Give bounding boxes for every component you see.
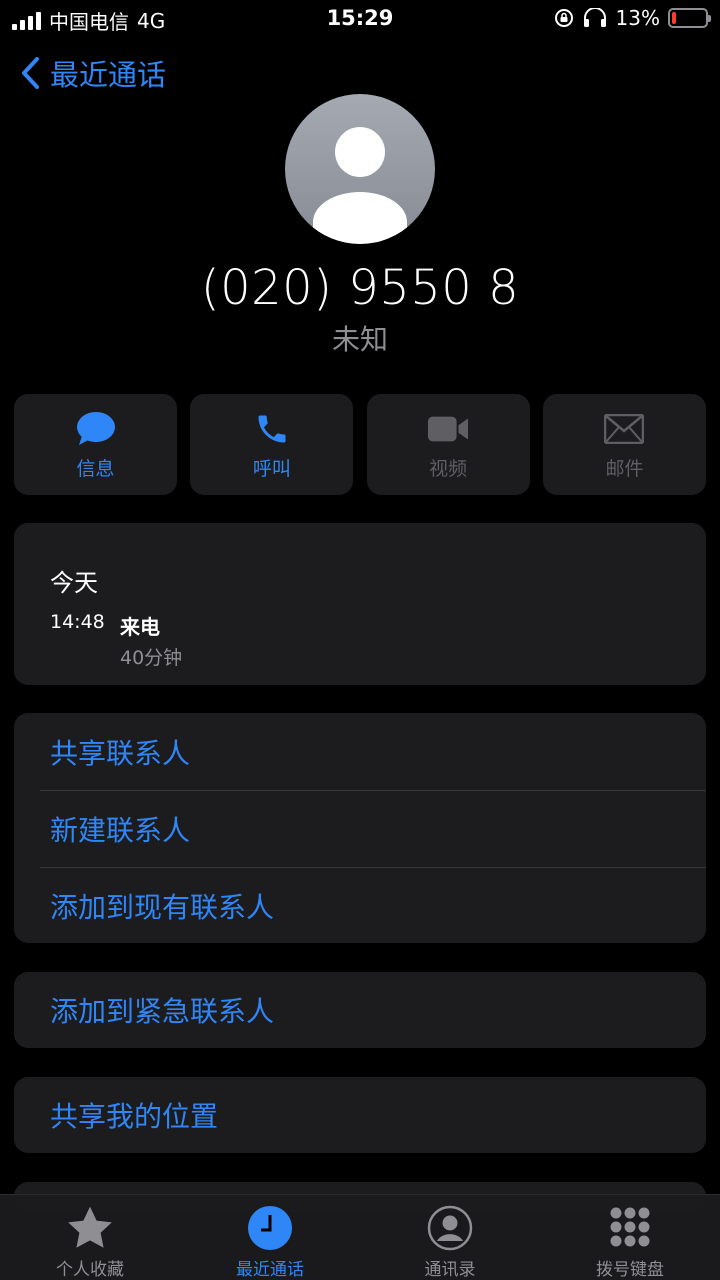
tab-keypad-label: 拨号键盘	[596, 1260, 664, 1280]
back-button[interactable]: 最近通话	[20, 52, 166, 94]
tab-recents-label: 最近通话	[236, 1260, 304, 1280]
mail-label: 邮件	[605, 458, 644, 480]
history-day: 今天	[50, 569, 98, 597]
tab-favorites-label: 个人收藏	[56, 1260, 124, 1280]
video-icon	[427, 408, 469, 450]
headphones-icon	[583, 8, 606, 27]
new-contact-button[interactable]: 新建联系人	[14, 790, 706, 867]
history-type: 来电	[120, 615, 160, 639]
message-button[interactable]: 信息	[14, 394, 177, 495]
battery-icon	[668, 8, 711, 28]
star-icon	[65, 1203, 115, 1253]
status-bar: 中国电信 4G 15:29 13%	[0, 0, 720, 38]
phone-icon	[251, 408, 293, 450]
emergency-contact-card: 添加到紧急联系人	[14, 972, 706, 1048]
chevron-left-icon	[22, 57, 39, 89]
message-icon	[75, 408, 117, 450]
mail-button[interactable]: 邮件	[542, 394, 706, 495]
phone-number: (020) 9550 8	[200, 260, 520, 316]
tab-keypad[interactable]: 拨号键盘	[540, 1195, 720, 1280]
tab-contacts-label: 通讯录	[424, 1260, 476, 1280]
back-label: 最近通话	[50, 58, 167, 92]
tab-contacts[interactable]: 通讯录	[360, 1195, 540, 1280]
phone-label: 未知	[331, 323, 388, 356]
call-button[interactable]: 呼叫	[190, 394, 354, 495]
call-history-card: 今天 14:48 来电 40分钟	[14, 523, 706, 685]
video-label: 视频	[429, 458, 468, 480]
call-label: 呼叫	[252, 458, 291, 480]
video-button[interactable]: 视频	[366, 394, 530, 495]
tab-recents[interactable]: 最近通话	[180, 1195, 360, 1280]
tab-favorites[interactable]: 个人收藏	[0, 1195, 180, 1280]
history-duration: 40分钟	[120, 647, 183, 669]
battery-percent: 13%	[615, 6, 660, 30]
contact-avatar	[285, 94, 435, 244]
mail-icon	[603, 408, 645, 450]
clock-icon	[245, 1203, 295, 1253]
add-to-existing-contact-button[interactable]: 添加到现有联系人	[14, 867, 706, 944]
share-location-card: 共享我的位置	[14, 1077, 706, 1153]
battery-level	[672, 12, 677, 24]
tab-bar: 个人收藏 最近通话 通讯录 拨号键盘	[0, 1194, 720, 1280]
keypad-icon	[605, 1203, 655, 1253]
history-time: 14:48	[50, 611, 105, 633]
contacts-icon	[425, 1203, 475, 1253]
add-emergency-contact-button[interactable]: 添加到紧急联系人	[14, 972, 706, 1048]
message-label: 信息	[76, 458, 115, 480]
status-right: 13%	[554, 6, 711, 30]
orientation-lock-icon	[554, 9, 573, 27]
contact-options-card: 共享联系人 新建联系人 添加到现有联系人	[14, 713, 706, 943]
share-location-button[interactable]: 共享我的位置	[14, 1077, 706, 1153]
action-buttons: 信息 呼叫 视频 邮件	[14, 394, 706, 495]
share-contact-button[interactable]: 共享联系人	[14, 713, 706, 790]
